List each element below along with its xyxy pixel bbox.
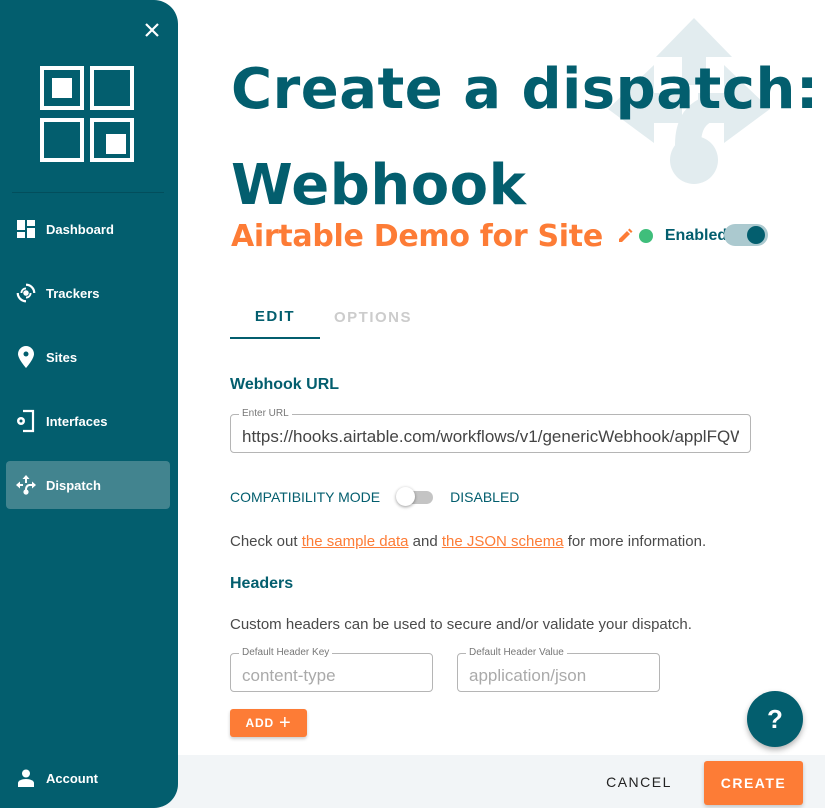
sidebar-item-label: Dispatch: [46, 477, 101, 493]
add-label: ADD: [245, 716, 274, 730]
status-indicator-dot: [638, 229, 653, 243]
dispatch-arrows-icon: [15, 474, 37, 496]
webhook-url-field: Enter URL: [230, 408, 751, 453]
sidebar-item-account[interactable]: Account: [6, 754, 170, 802]
dispatch-name: Airtable Demo for Site: [231, 218, 603, 254]
plus-icon: +: [278, 712, 292, 734]
sample-data-link[interactable]: the sample data: [302, 533, 409, 550]
info-middle: and: [408, 533, 442, 550]
page-title: Create a dispatch: Webhook: [231, 42, 819, 234]
sidebar-item-label: Trackers: [46, 285, 100, 301]
create-dispatch-page: Dashboard Trackers Sites Interfaces Disp…: [0, 0, 825, 808]
compatibility-mode-toggle[interactable]: [396, 486, 434, 508]
toggle-knob: [747, 226, 765, 244]
enabled-toggle[interactable]: [724, 224, 768, 246]
dispatch-name-row: Airtable Demo for Site Enabled: [231, 216, 727, 256]
sidebar: Dashboard Trackers Sites Interfaces Disp…: [0, 0, 178, 808]
location-pin-icon: [15, 346, 37, 368]
info-text: Check out the sample data and the JSON s…: [230, 533, 706, 550]
edit-pencil-icon[interactable]: [617, 228, 633, 244]
status-label: Enabled: [664, 227, 728, 244]
app-logo: [40, 66, 136, 164]
headers-heading: Headers: [230, 575, 294, 592]
sidebar-item-label: Dashboard: [46, 221, 114, 237]
dashboard-icon: [15, 218, 37, 240]
add-header-button[interactable]: ADD +: [230, 709, 307, 737]
toggle-knob: [396, 487, 416, 506]
close-icon: [145, 23, 159, 37]
close-sidebar-button[interactable]: [141, 20, 163, 42]
sidebar-item-trackers[interactable]: Trackers: [6, 269, 170, 317]
webhook-url-legend: Enter URL: [239, 408, 292, 420]
tab-options[interactable]: OPTIONS: [328, 296, 418, 339]
info-suffix: for more information.: [563, 533, 707, 550]
sidebar-item-sites[interactable]: Sites: [6, 333, 170, 381]
sidebar-item-label: Interfaces: [46, 413, 108, 429]
webhook-url-heading: Webhook URL: [230, 376, 340, 393]
help-question-icon: ?: [767, 703, 783, 734]
header-value-input[interactable]: [458, 654, 659, 691]
compatibility-mode-row: COMPATIBILITY MODE DISABLED: [230, 486, 519, 508]
header-key-field: Default Header Key: [230, 647, 433, 692]
header-key-input[interactable]: [231, 654, 432, 691]
json-schema-link[interactable]: the JSON schema: [442, 533, 564, 550]
header-value-legend: Default Header Value: [466, 647, 567, 659]
info-prefix: Check out: [230, 533, 302, 550]
cancel-button[interactable]: CANCEL: [596, 762, 682, 802]
headers-description: Custom headers can be used to secure and…: [230, 616, 692, 633]
tab-edit[interactable]: EDIT: [230, 296, 320, 339]
header-value-field: Default Header Value: [457, 647, 660, 692]
create-button[interactable]: CREATE: [704, 761, 803, 805]
tab-bar: EDIT OPTIONS: [230, 296, 418, 340]
compatibility-mode-label: COMPATIBILITY MODE: [230, 489, 381, 505]
compatibility-mode-state: DISABLED: [450, 489, 520, 505]
help-button[interactable]: ?: [747, 691, 803, 747]
sidebar-divider: [12, 192, 164, 193]
sidebar-item-dispatch[interactable]: Dispatch: [6, 461, 170, 509]
page-title-line1: Create a dispatch:: [231, 57, 819, 122]
tracker-icon: [15, 282, 37, 304]
person-icon: [15, 767, 37, 789]
sidebar-nav: Dashboard Trackers Sites Interfaces Disp…: [6, 205, 170, 525]
header-key-legend: Default Header Key: [239, 647, 333, 659]
sidebar-item-label: Sites: [46, 349, 78, 365]
webhook-url-input[interactable]: [231, 415, 750, 452]
account-label: Account: [46, 770, 98, 786]
interface-device-icon: [15, 409, 37, 433]
sidebar-item-interfaces[interactable]: Interfaces: [6, 397, 170, 445]
sidebar-item-dashboard[interactable]: Dashboard: [6, 205, 170, 253]
